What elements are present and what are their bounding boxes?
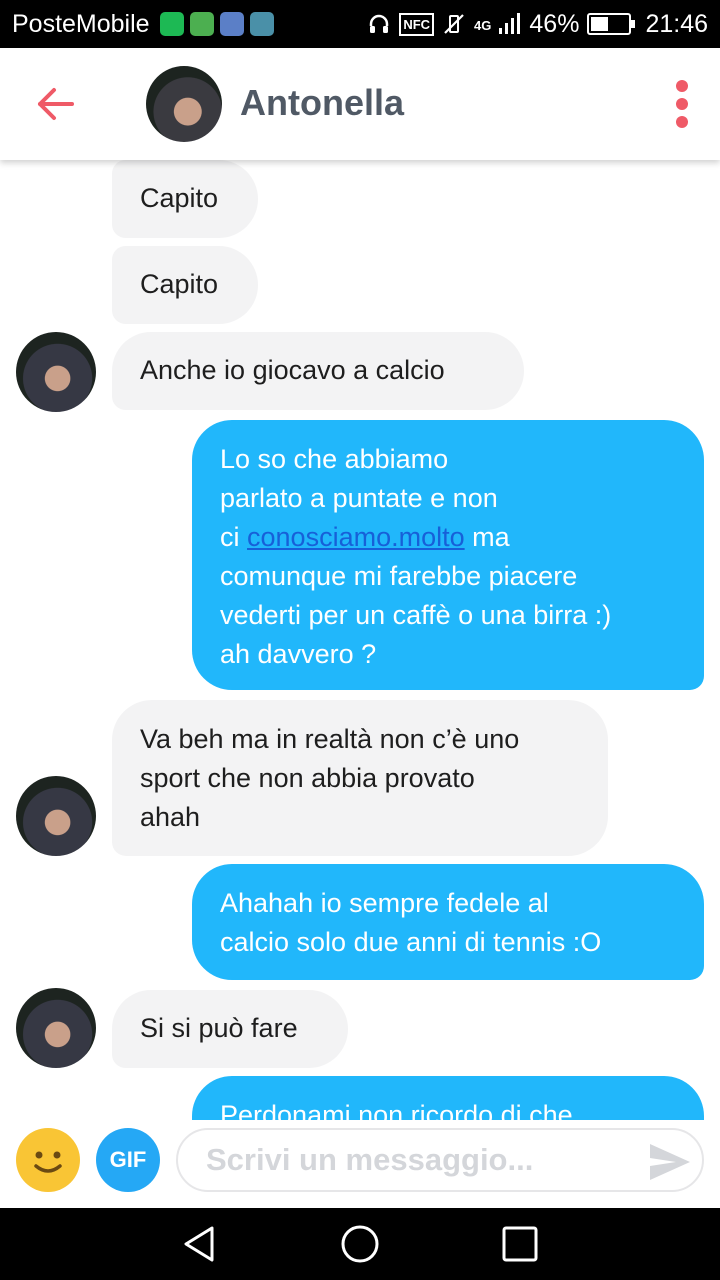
battery-percent: 46%: [529, 9, 580, 38]
carrier-name: PosteMobile: [12, 9, 150, 38]
send-icon[interactable]: [648, 1142, 692, 1182]
home-nav-icon[interactable]: [340, 1224, 380, 1264]
message-line: comunque mi farebbe piacere: [220, 561, 578, 591]
message-text: Si si può fare: [140, 1013, 298, 1043]
contact-name[interactable]: Antonella: [240, 82, 404, 124]
message-line: calcio solo due anni di tennis :O: [220, 927, 602, 957]
message-line: Ahahah io sempre fedele al: [220, 888, 549, 918]
message-line: parlato a puntate e non: [220, 483, 498, 513]
more-vertical-icon[interactable]: [664, 78, 700, 130]
message-word: ci: [220, 522, 240, 552]
message-line: Va beh ma in realtà non c’è uno: [140, 724, 520, 754]
message-text: Anche io giocavo a calcio: [140, 355, 445, 385]
health-notification-icon: [219, 12, 244, 36]
battery-icon: [587, 13, 636, 35]
game-notification-icon: [189, 12, 214, 36]
back-nav-icon[interactable]: [180, 1224, 220, 1264]
message-line: ahah: [140, 802, 201, 832]
message-line: sport che non abbia provato: [140, 763, 475, 793]
signal-icon: [499, 13, 521, 34]
message-text: Perdonami non ricordo di che: [220, 1100, 573, 1120]
message-line: ah davvero ?: [220, 639, 377, 669]
message-text: Capito: [140, 269, 219, 299]
headphones-icon: [370, 14, 389, 33]
nfc-icon: NFC: [399, 12, 435, 36]
message-list[interactable]: Capito Capito Anche io giocavo a calcio …: [0, 160, 720, 1120]
message-line: vederti per un caffè o una birra :): [220, 600, 612, 630]
contact-avatar-small[interactable]: [16, 332, 96, 412]
message-word: ma: [472, 522, 510, 552]
message-bubble-outgoing: Perdonami non ricordo di che: [192, 1076, 704, 1120]
vibrate-off-icon: [444, 14, 464, 34]
spotify-notification-icon: [159, 12, 184, 36]
message-link[interactable]: conosciamo.molto: [247, 522, 465, 552]
contact-avatar-small[interactable]: [16, 776, 96, 856]
clock: 21:46: [645, 9, 708, 38]
message-bubble-incoming: Anche io giocavo a calcio: [112, 332, 524, 410]
message-bubble-incoming: Va beh ma in realtà non c’è uno sport ch…: [112, 700, 608, 856]
message-bubble-outgoing: Lo so che abbiamo parlato a puntate e no…: [192, 420, 704, 690]
smiley-icon[interactable]: [16, 1128, 80, 1192]
gif-label: GIF: [109, 1147, 147, 1172]
message-input[interactable]: [206, 1140, 626, 1180]
message-line: Lo so che abbiamo: [220, 444, 449, 474]
recents-nav-icon[interactable]: [500, 1224, 540, 1264]
status-bar: PosteMobile NFC 4G 46% 21:46: [0, 0, 720, 48]
message-text: Capito: [140, 183, 219, 213]
message-composer: GIF: [0, 1120, 720, 1208]
arrow-left-icon[interactable]: [32, 80, 80, 128]
network-type: 4G: [474, 17, 492, 33]
message-bubble-incoming: Capito: [112, 246, 258, 324]
message-bubble-incoming: Capito: [112, 160, 258, 238]
gif-button[interactable]: GIF: [96, 1128, 160, 1192]
message-bubble-outgoing: Ahahah io sempre fedele al calcio solo d…: [192, 864, 704, 980]
message-input-field[interactable]: [176, 1128, 704, 1192]
message-bubble-incoming: Si si può fare: [112, 990, 348, 1068]
gallery-notification-icon: [249, 12, 274, 36]
contact-avatar-small[interactable]: [16, 988, 96, 1068]
chat-header: Antonella: [0, 48, 720, 160]
contact-avatar[interactable]: [146, 66, 222, 142]
system-nav-bar: [0, 1208, 720, 1280]
